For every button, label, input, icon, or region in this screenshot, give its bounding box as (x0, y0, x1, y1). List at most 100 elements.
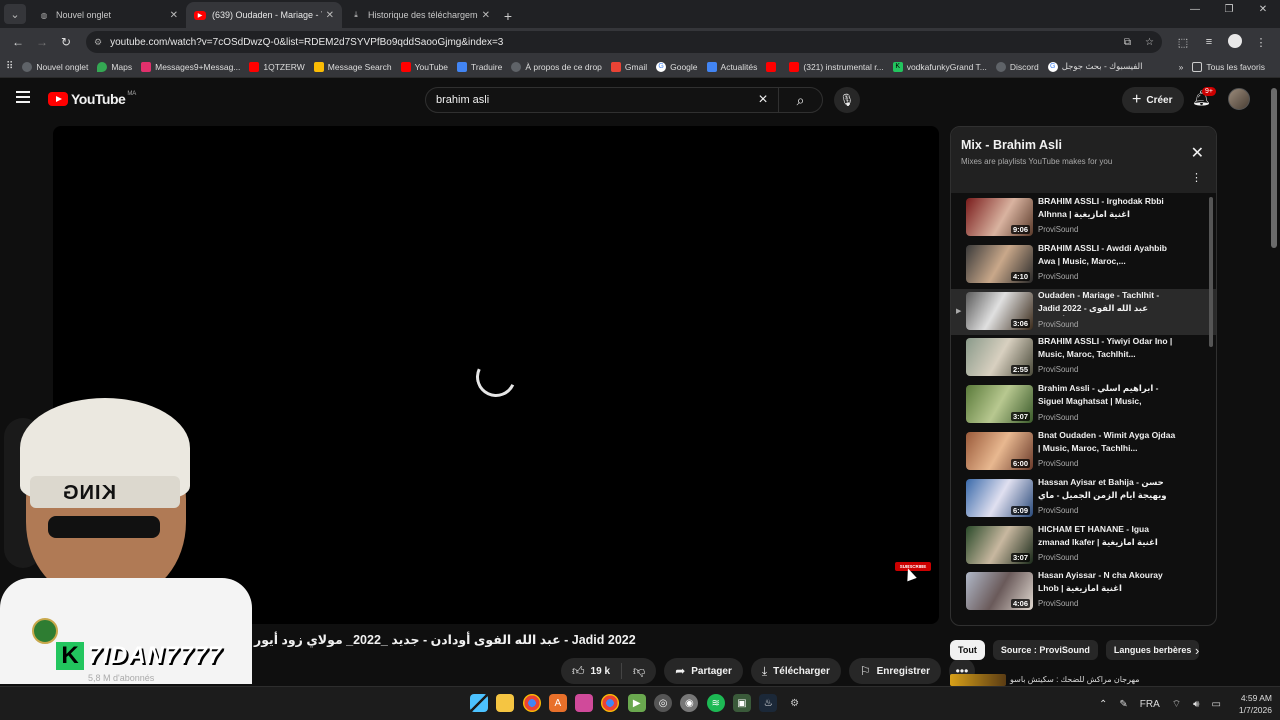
search-box[interactable]: brahim asli × ⌕ (425, 87, 823, 113)
bookmark-item[interactable]: 1QTZERW (249, 61, 305, 72)
page-scrollbar[interactable] (1271, 88, 1277, 248)
star-icon[interactable]: ☆ (1145, 37, 1154, 48)
chrome-icon[interactable] (601, 694, 620, 712)
site-info-icon[interactable]: ⚙ (94, 37, 102, 48)
playlist-item[interactable]: 4:10 BRAHIM ASSLI - Awddi Ayahbib Awa | … (951, 242, 1216, 289)
clock[interactable]: 4:59 AM 1/7/2026 (1239, 692, 1272, 716)
spotify-icon[interactable]: ≋ (706, 694, 725, 712)
video-thumbnail[interactable]: 4:06 (966, 572, 1033, 611)
bookmark-item[interactable]: Actualités (706, 61, 757, 72)
bookmark-item[interactable]: KvodkafunkyGrand T... (892, 61, 987, 72)
close-icon[interactable]: ✕ (1191, 143, 1204, 163)
bookmark-item[interactable]: Discord (995, 61, 1039, 72)
all-bookmarks-button[interactable]: Tous les favoris (1192, 61, 1265, 72)
app-icon[interactable]: ▣ (732, 694, 751, 712)
install-app-icon[interactable]: ⧉ (1124, 37, 1131, 48)
new-tab-button[interactable]: + (498, 4, 518, 28)
video-thumbnail[interactable] (950, 674, 1006, 686)
create-button[interactable]: + Créer (1122, 87, 1185, 113)
settings-icon[interactable]: ⚙ (786, 694, 804, 712)
reload-icon[interactable]: ↻ (54, 35, 78, 49)
chevron-up-icon[interactable]: ⌃ (1099, 699, 1107, 710)
download-button[interactable]: ⤓ Télécharger (750, 658, 841, 684)
apps-icon[interactable]: ⠿ (6, 61, 13, 72)
chip-source[interactable]: Source : ProviSound (992, 640, 1098, 660)
chip-berber[interactable]: Langues berbères (1105, 640, 1200, 660)
bookmark-item[interactable]: Message Search (313, 61, 392, 72)
video-thumbnail[interactable]: 3:06 (966, 291, 1033, 330)
save-button[interactable]: ⚐ Enregistrer (848, 658, 941, 684)
chevron-right-icon[interactable]: » (1179, 62, 1184, 72)
browser-tab-downloads[interactable]: ⤓ Historique des téléchargements ✕ (342, 2, 498, 28)
bookmark-item[interactable] (766, 61, 780, 72)
playlist-item[interactable]: 3:07 Brahim Assli - ابراهيم اسلي - Sigue… (951, 382, 1216, 429)
more-menu-icon[interactable]: ⋮ (1248, 36, 1274, 49)
app-icon[interactable]: ▶ (627, 694, 646, 712)
video-thumbnail[interactable]: 4:10 (966, 244, 1033, 283)
menu-icon[interactable] (16, 91, 30, 103)
playlist-item[interactable]: 9:06 BRAHIM ASSLI - Irghodak Rbbi Alhnna… (951, 195, 1216, 242)
like-button[interactable]: 👍︎ 19 k (561, 658, 621, 684)
address-bar[interactable]: ⚙ youtube.com/watch?v=7cOSdDwzQ-0&list=R… (86, 31, 1162, 53)
minimize-icon[interactable]: — (1178, 4, 1212, 15)
steam-icon[interactable]: ♨ (759, 694, 778, 712)
close-window-icon[interactable]: ✕ (1246, 4, 1280, 15)
browser-tab-youtube[interactable]: ▶ (639) Oudaden - Mariage - Tachlhit ✕ (186, 2, 342, 28)
video-thumbnail[interactable]: 3:07 (966, 385, 1033, 424)
bookmark-item[interactable]: Messages9+Messag... (141, 61, 240, 72)
bookmark-item[interactable]: (321) instrumental r... (789, 61, 884, 72)
app-icon[interactable]: A (548, 694, 567, 712)
more-vert-icon[interactable]: ⋮ (1191, 171, 1202, 184)
playlist-title[interactable]: Mix - Brahim Asli (961, 138, 1062, 152)
back-icon[interactable]: ← (6, 35, 30, 49)
close-icon[interactable]: ✕ (326, 10, 334, 21)
chip-all[interactable]: Tout (950, 640, 985, 660)
wifi-icon[interactable]: ⌔ (1172, 698, 1181, 711)
chevron-right-icon[interactable]: › (1195, 643, 1199, 658)
search-icon[interactable]: ⌕ (778, 87, 822, 113)
playlist-item[interactable]: 2:55 BRAHIM ASSLI - Yiwiyi Odar Ino | Mu… (951, 335, 1216, 382)
pen-icon[interactable]: ✎ (1119, 699, 1127, 710)
dislike-button[interactable]: 👎︎ (622, 658, 656, 684)
clear-search-icon[interactable]: × (748, 91, 778, 109)
battery-icon[interactable]: ▭ (1211, 699, 1220, 710)
bookmark-item[interactable]: Maps (97, 61, 132, 72)
bookmark-item[interactable]: Nouvel onglet (22, 61, 88, 72)
url-text[interactable]: youtube.com/watch?v=7cOSdDwzQ-0&list=RDE… (110, 37, 1110, 48)
app-icon[interactable] (575, 694, 594, 712)
video-thumbnail[interactable]: 9:06 (966, 198, 1033, 236)
avatar[interactable] (1228, 88, 1250, 110)
playlist-item[interactable]: 3:07 HICHAM ET HANANE - Igua zmanad lkaf… (951, 523, 1216, 570)
bookmark-item[interactable]: Gmail (610, 61, 647, 72)
windows-start-icon[interactable] (470, 694, 488, 712)
extensions-icon[interactable]: ⬚ (1170, 36, 1196, 49)
file-explorer-icon[interactable] (496, 694, 515, 712)
speaker-icon[interactable]: 🔊︎ (1193, 699, 1199, 710)
bookmark-item[interactable]: À propos de ce drop (511, 61, 602, 72)
browser-tab-new[interactable]: ◍ Nouvel onglet ✕ (30, 2, 186, 28)
microphone-icon[interactable]: 🎙 (834, 87, 860, 113)
notifications-button[interactable]: 🔔︎ 9+ (1192, 87, 1216, 111)
playlist-item-current[interactable]: ▶ 3:06 Oudaden - Mariage - Tachlhit - Ja… (951, 288, 1216, 336)
youtube-logo[interactable]: YouTube MA (48, 91, 136, 107)
close-icon[interactable]: ✕ (482, 10, 490, 21)
chrome-icon[interactable] (522, 694, 541, 712)
video-thumbnail[interactable]: 6:09 (966, 478, 1033, 517)
profile-icon[interactable] (1222, 33, 1248, 51)
bookmark-item[interactable]: G Google (656, 61, 698, 72)
video-thumbnail[interactable]: 3:07 (966, 525, 1033, 564)
bookmark-item[interactable]: Traduire (457, 61, 502, 72)
playlist-scrollbar[interactable] (1209, 197, 1213, 347)
app-icon[interactable]: ◉ (680, 694, 699, 712)
video-thumbnail[interactable]: 6:00 (966, 431, 1033, 470)
language-indicator[interactable]: FRA (1140, 699, 1160, 710)
maximize-icon[interactable]: ❐ (1212, 4, 1246, 15)
forward-icon[interactable]: → (30, 35, 54, 49)
video-thumbnail[interactable]: 2:55 (966, 338, 1033, 377)
reading-list-icon[interactable]: ≡ (1196, 36, 1222, 48)
bookmark-item[interactable]: G الفيسبوك - بحث جوجل (1047, 61, 1143, 72)
playlist-item[interactable]: 4:06 Hasan Ayissar - N cha Akouray Lhob … (951, 569, 1216, 616)
close-icon[interactable]: ✕ (170, 10, 178, 21)
tab-search-button[interactable]: ⌄ (4, 4, 26, 24)
share-button[interactable]: ➦ Partager (664, 658, 743, 684)
